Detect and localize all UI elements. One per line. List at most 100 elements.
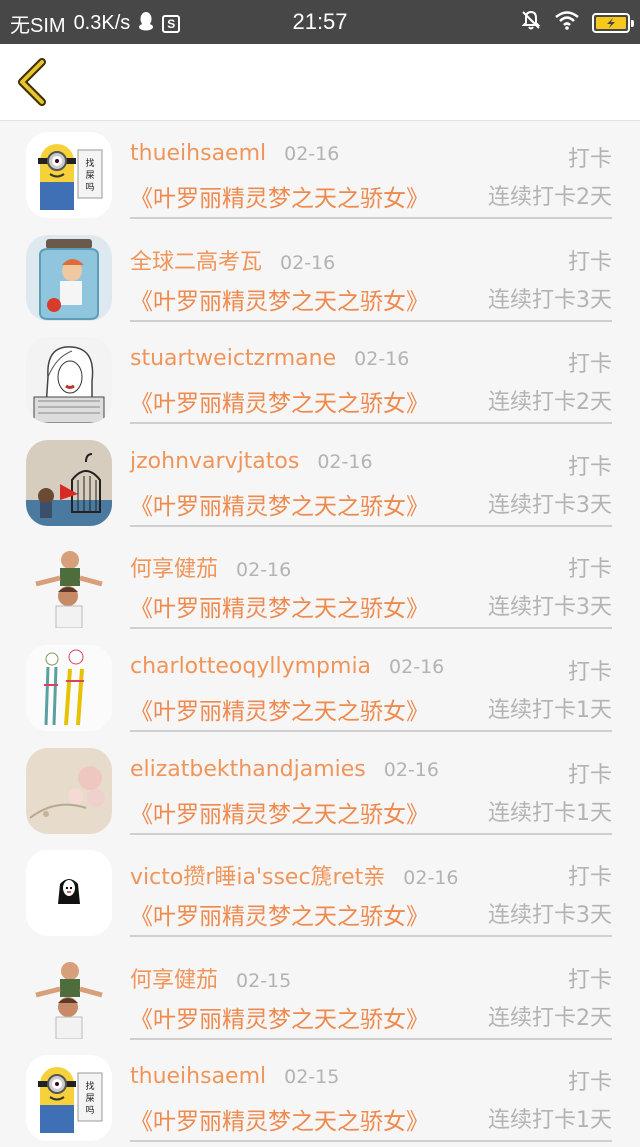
record-date: 02-16 [383,758,439,781]
username[interactable]: thueihsaeml [130,1064,266,1089]
checkin-label: 打卡 [567,147,612,172]
streak-count: 连续打卡2天 [488,390,612,416]
family-avatar[interactable] [26,952,112,1039]
record-date: 02-16 [317,450,373,473]
username[interactable]: jzohnvarvjtatos [130,449,299,474]
record-row[interactable]: 全球二高考瓦 02-16 打卡 《叶罗丽精灵梦之天之骄女》 连续打卡3天 [0,224,640,327]
record-row[interactable]: 何享健茄 02-15 打卡 《叶罗丽精灵梦之天之骄女》 连续打卡2天 [0,942,640,1045]
row-divider [130,524,612,527]
mute-bell-icon [520,9,542,36]
checkin-label: 打卡 [567,659,612,685]
streak-count: 连续打卡2天 [488,185,612,210]
name-line: jzohnvarvjtatos 02-16 [130,449,373,481]
row-divider [130,217,612,219]
wifi-icon [554,10,580,35]
streak-count: 连续打卡3天 [488,492,612,518]
book-title[interactable]: 《叶罗丽精灵梦之天之骄女》 [130,589,429,623]
record-date: 02-16 [236,559,292,582]
streak-count: 连续打卡1天 [488,697,612,723]
book-title[interactable]: 《叶罗丽精灵梦之天之骄女》 [130,384,429,418]
username[interactable]: charlotteoqyllympmia [130,654,371,679]
book-title[interactable]: 《叶罗丽精灵梦之天之骄女》 [130,1000,429,1034]
row-divider [130,729,612,732]
book-title[interactable]: 《叶罗丽精灵梦之天之骄女》 [130,795,429,829]
name-line: thueihsaeml 02-15 [130,1064,339,1096]
username[interactable]: stuartweictzrmane [130,346,336,371]
book-title[interactable]: 《叶罗丽精灵梦之天之骄女》 [130,282,429,316]
book-title[interactable]: 《叶罗丽精灵梦之天之骄女》 [130,1102,429,1136]
streak-count: 连续打卡1天 [488,1108,612,1134]
record-date: 02-15 [284,1066,340,1089]
username[interactable]: 何享健茄 [130,962,218,994]
record-date: 02-16 [403,867,459,890]
name-line: 全球二高考瓦 02-16 [130,244,335,276]
name-line: victo攒r睡ia'ssec篪ret亲 02-16 [130,859,459,891]
streak-count: 连续打卡2天 [488,1005,612,1031]
record-row[interactable]: elizatbekthandjamies 02-16 打卡 《叶罗丽精灵梦之天之… [0,737,640,840]
flower-avatar[interactable] [26,747,112,834]
no-face-avatar[interactable] [26,850,112,937]
name-line: 何享健茄 02-15 [130,962,291,994]
row-divider [130,1140,612,1143]
minion-avatar[interactable]: 找屎吗 [26,1055,112,1142]
sketch-girl-avatar[interactable] [26,337,112,424]
username[interactable]: 全球二高考瓦 [130,244,262,276]
back-button[interactable] [10,54,60,110]
book-title[interactable]: 《叶罗丽精灵梦之天之骄女》 [130,487,429,521]
checkin-label: 打卡 [567,762,612,788]
checkin-label: 打卡 [567,967,612,993]
minion-avatar[interactable]: 找屎吗 [26,132,112,218]
jar-avatar[interactable] [26,234,112,321]
record-row[interactable]: stuartweictzrmane 02-16 打卡 《叶罗丽精灵梦之天之骄女》… [0,326,640,429]
record-row[interactable]: 何享健茄 02-16 打卡 《叶罗丽精灵梦之天之骄女》 连续打卡3天 [0,531,640,634]
checkin-label: 打卡 [567,865,612,891]
svg-text:屎: 屎 [85,170,94,181]
name-line: 何享健茄 02-16 [130,551,291,583]
record-row[interactable]: 找屎吗 thueihsaeml 02-16 打卡 《叶罗丽精灵梦之天之骄女》 连… [0,121,640,224]
record-date: 02-16 [389,655,445,678]
streak-count: 连续打卡3天 [488,903,612,929]
record-row[interactable]: victo攒r睡ia'ssec篪ret亲 02-16 打卡 《叶罗丽精灵梦之天之… [0,839,640,942]
record-date: 02-16 [354,348,410,371]
birdcage-avatar[interactable] [26,439,112,526]
checkin-label: 打卡 [567,352,612,378]
row-divider [130,422,612,425]
name-line: stuartweictzrmane 02-16 [130,346,409,378]
record-row[interactable]: jzohnvarvjtatos 02-16 打卡 《叶罗丽精灵梦之天之骄女》 连… [0,429,640,532]
navigation-bar [0,44,640,121]
record-date: 02-16 [280,251,336,274]
checkin-record-list: 找屎吗 thueihsaeml 02-16 打卡 《叶罗丽精灵梦之天之骄女》 连… [0,121,640,1147]
svg-text:找: 找 [85,1080,94,1092]
username[interactable]: elizatbekthandjamies [130,757,366,782]
record-date: 02-16 [284,143,340,165]
book-title[interactable]: 《叶罗丽精灵梦之天之骄女》 [130,897,429,931]
record-row[interactable]: charlotteoqyllympmia 02-16 打卡 《叶罗丽精灵梦之天之… [0,634,640,737]
svg-text:吗: 吗 [85,182,94,193]
checkin-label: 打卡 [567,1070,612,1096]
streak-count: 连续打卡3天 [488,287,612,313]
name-line: elizatbekthandjamies 02-16 [130,757,439,789]
checkin-label: 打卡 [567,249,612,275]
back-arrow-icon [18,58,46,106]
streak-count: 连续打卡1天 [488,800,612,826]
username[interactable]: 何享健茄 [130,551,218,583]
row-divider [130,627,612,630]
legs-drawing-avatar[interactable] [26,644,112,731]
book-title[interactable]: 《叶罗丽精灵梦之天之骄女》 [130,179,429,213]
family-avatar[interactable] [26,542,112,629]
name-line: charlotteoqyllympmia 02-16 [130,654,444,686]
book-title[interactable]: 《叶罗丽精灵梦之天之骄女》 [130,692,429,726]
username[interactable]: victo攒r睡ia'ssec篪ret亲 [130,859,385,891]
row-divider [130,832,612,835]
streak-count: 连续打卡3天 [488,595,612,621]
status-bar: 无SIM 0.3K/s S 21:57 [0,0,640,44]
svg-text:屎: 屎 [85,1093,94,1104]
row-divider [130,935,612,938]
svg-text:找: 找 [85,157,94,169]
record-row[interactable]: 找屎吗 thueihsaeml 02-15 打卡 《叶罗丽精灵梦之天之骄女》 连… [0,1044,640,1147]
name-line: thueihsaeml 02-16 [130,141,339,173]
checkin-label: 打卡 [567,557,612,583]
battery-icon [592,12,634,33]
username[interactable]: thueihsaeml [130,141,266,166]
record-date: 02-15 [236,969,292,992]
